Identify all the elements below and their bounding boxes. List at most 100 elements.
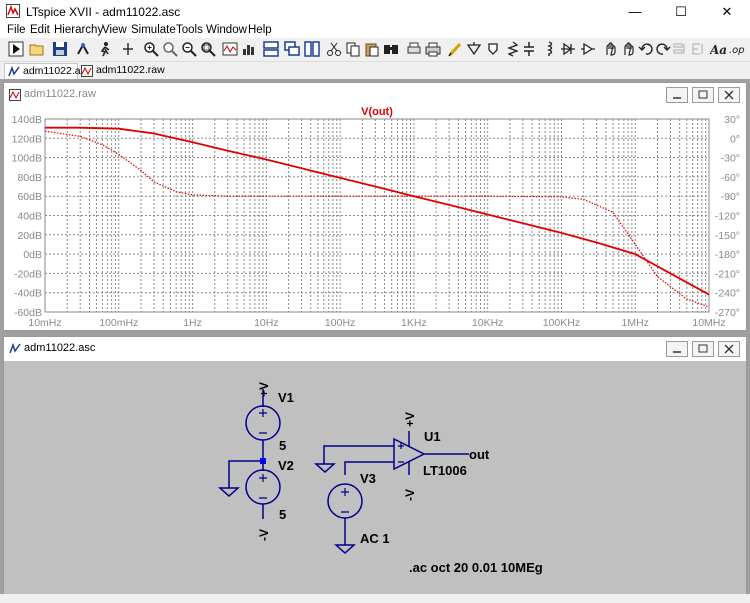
drag-icon[interactable] bbox=[620, 41, 636, 57]
cut-icon[interactable] bbox=[326, 41, 342, 57]
spice-directive[interactable]: .ac oct 20 0.01 10MEg bbox=[409, 560, 543, 575]
y-left-tick-label: 20dB bbox=[17, 230, 42, 242]
zoom-fit-icon[interactable] bbox=[200, 41, 216, 57]
inductor-icon[interactable] bbox=[541, 41, 557, 57]
cascade-icon[interactable] bbox=[284, 41, 300, 57]
print-setup-icon[interactable] bbox=[406, 41, 422, 57]
menu-simulate[interactable]: Simulate bbox=[131, 24, 176, 36]
y-right-tick-label: -90° bbox=[721, 191, 740, 203]
u1-plus-v-flag: +V bbox=[403, 412, 417, 427]
x-tick-label: 100mHz bbox=[99, 317, 138, 329]
menu-tools[interactable]: Tools bbox=[176, 24, 203, 36]
menu-hierarchy[interactable]: Hierarchy bbox=[54, 24, 103, 36]
tile-vertical-icon[interactable] bbox=[304, 41, 320, 57]
spice-directive-icon[interactable]: .op bbox=[729, 41, 745, 57]
bar-chart-icon[interactable] bbox=[241, 41, 257, 57]
copy-icon[interactable] bbox=[345, 41, 361, 57]
move-icon[interactable] bbox=[602, 41, 618, 57]
toolbar: Aa .op bbox=[0, 38, 750, 62]
ltspice-app-icon bbox=[6, 4, 20, 18]
halt-icon[interactable] bbox=[97, 41, 113, 57]
close-button[interactable]: ✕ bbox=[704, 0, 750, 24]
capacitor-icon[interactable] bbox=[521, 41, 537, 57]
child-close-button[interactable] bbox=[718, 87, 740, 103]
zoom-out-icon[interactable] bbox=[181, 41, 197, 57]
component-icon[interactable] bbox=[580, 41, 596, 57]
save-icon[interactable] bbox=[52, 41, 68, 57]
waveform-icon bbox=[9, 89, 21, 101]
menu-help[interactable]: Help bbox=[248, 24, 272, 36]
zoom-pan-icon[interactable] bbox=[162, 41, 178, 57]
zoom-in-icon[interactable] bbox=[143, 41, 159, 57]
redo-icon[interactable] bbox=[655, 41, 671, 57]
autorange-icon[interactable] bbox=[120, 41, 136, 57]
x-tick-label: 1Hz bbox=[183, 317, 202, 329]
v1-name-label: V1 bbox=[278, 390, 294, 405]
control-panel-icon[interactable] bbox=[75, 41, 91, 57]
waveform-icon bbox=[81, 65, 93, 77]
mirror-icon[interactable] bbox=[690, 41, 706, 57]
tab-schematic[interactable]: adm11022.asc bbox=[4, 63, 91, 79]
y-right-tick-label: -30° bbox=[721, 153, 740, 165]
y-left-tick-label: -40dB bbox=[14, 288, 42, 300]
child-minimize-button[interactable] bbox=[666, 341, 688, 357]
v1-value-label: 5 bbox=[279, 438, 286, 453]
run-icon[interactable] bbox=[8, 41, 24, 57]
maximize-button[interactable]: ☐ bbox=[658, 0, 704, 24]
v1-plus-v-flag: +V bbox=[257, 382, 271, 397]
menu-bar: File Edit Hierarchy View Simulate Tools … bbox=[0, 24, 750, 38]
rotate-icon[interactable] bbox=[672, 41, 688, 57]
ground-icon[interactable] bbox=[466, 41, 482, 57]
x-tick-label: 10mHz bbox=[28, 317, 61, 329]
mdi-workspace: adm11022.raw 140dB 120dB 100dB 80dB 60dB 40dB… bbox=[0, 79, 750, 603]
open-icon[interactable] bbox=[29, 41, 45, 57]
waveform-window-titlebar[interactable]: adm11022.raw bbox=[4, 83, 746, 107]
v3-name-label: V3 bbox=[360, 471, 376, 486]
y-right-tick-label: -150° bbox=[715, 230, 740, 242]
schematic-window: adm11022.asc V1 5 +V V2 5 -V U1 LT1006 +… bbox=[3, 336, 747, 598]
paste-icon[interactable] bbox=[364, 41, 380, 57]
v2-value-label: 5 bbox=[279, 507, 286, 522]
y-left-tick-label: 0dB bbox=[23, 249, 42, 261]
minimize-button[interactable]: — bbox=[612, 0, 658, 24]
x-tick-label: 1KHz bbox=[401, 317, 427, 329]
print-icon[interactable] bbox=[425, 41, 441, 57]
undo-icon[interactable] bbox=[638, 41, 654, 57]
v2-name-label: V2 bbox=[278, 458, 294, 473]
y-left-tick-label: 140dB bbox=[12, 114, 42, 126]
text-icon[interactable]: Aa bbox=[710, 41, 726, 57]
child-minimize-button[interactable] bbox=[666, 87, 688, 103]
v2-minus-v-flag: -V bbox=[257, 529, 271, 541]
schematic-window-title: adm11022.asc bbox=[24, 342, 96, 354]
bode-plot[interactable]: 140dB 120dB 100dB 80dB 60dB 40dB 20dB 0dB -20dB -… bbox=[4, 107, 746, 330]
draw-wire-icon[interactable] bbox=[447, 41, 463, 57]
label-net-icon[interactable] bbox=[485, 41, 501, 57]
trace-label[interactable]: V(out) bbox=[361, 107, 393, 118]
menu-edit[interactable]: Edit bbox=[30, 24, 50, 36]
y-right-tick-label: 0° bbox=[730, 133, 740, 145]
y-right-tick-label: -60° bbox=[721, 172, 740, 184]
menu-window[interactable]: Window bbox=[206, 24, 247, 36]
title-bar: LTspice XVII - adm11022.asc — ☐ ✕ bbox=[0, 0, 750, 24]
schematic-window-titlebar[interactable]: adm11022.asc bbox=[4, 337, 746, 361]
find-icon[interactable] bbox=[383, 41, 399, 57]
tab-waveform[interactable]: adm11022.raw bbox=[78, 63, 165, 79]
v3-value-label: AC 1 bbox=[360, 531, 390, 546]
child-restore-button[interactable] bbox=[692, 341, 714, 357]
resistor-icon[interactable] bbox=[505, 41, 521, 57]
schematic-canvas[interactable]: V1 5 +V V2 5 -V U1 LT1006 +V -V out V3 A… bbox=[4, 361, 746, 597]
out-net-label: out bbox=[469, 447, 490, 462]
menu-file[interactable]: File bbox=[7, 24, 26, 36]
x-tick-label: 100KHz bbox=[543, 317, 580, 329]
menu-view[interactable]: View bbox=[102, 24, 127, 36]
diode-icon[interactable] bbox=[560, 41, 576, 57]
status-bar bbox=[0, 594, 750, 603]
schematic-icon bbox=[9, 343, 21, 354]
child-close-button[interactable] bbox=[718, 341, 740, 357]
y-right-tick-label: -240° bbox=[715, 288, 740, 300]
x-tick-label: 10KHz bbox=[472, 317, 504, 329]
child-restore-button[interactable] bbox=[692, 87, 714, 103]
waveform-view-icon[interactable] bbox=[222, 41, 238, 57]
tile-horizontal-icon[interactable] bbox=[263, 41, 279, 57]
u1-name-label: U1 bbox=[424, 429, 441, 444]
